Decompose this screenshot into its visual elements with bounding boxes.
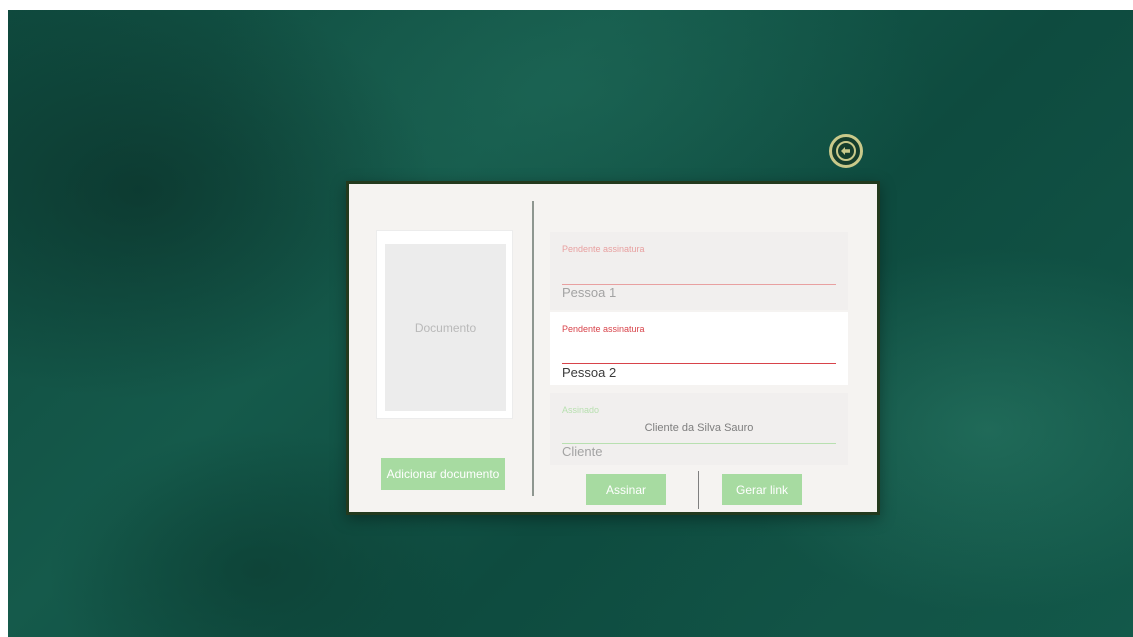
signature-modal: Documento Adicionar documento Pendente a… xyxy=(346,181,880,515)
signer-name: Cliente xyxy=(562,444,603,459)
generate-link-button[interactable]: Gerar link xyxy=(722,474,802,505)
signer-underline xyxy=(562,443,836,444)
document-card[interactable]: Documento xyxy=(376,230,513,419)
signer-card-pessoa-1[interactable]: Pendente assinatura Pessoa 1 xyxy=(550,232,848,310)
signer-status: Pendente assinatura xyxy=(562,324,645,334)
signer-name: Pessoa 2 xyxy=(562,365,617,380)
signer-status: Assinado xyxy=(562,405,600,415)
back-button[interactable] xyxy=(829,134,863,168)
document-preview[interactable]: Documento xyxy=(385,244,506,411)
arrow-left-circle-icon xyxy=(836,141,856,161)
buttons-divider xyxy=(698,471,699,509)
signer-underline xyxy=(562,363,836,364)
vertical-divider xyxy=(532,201,534,496)
signer-card-pessoa-2[interactable]: Pendente assinatura Pessoa 2 xyxy=(550,312,848,385)
signer-status: Pendente assinatura xyxy=(562,244,645,254)
background: Documento Adicionar documento Pendente a… xyxy=(8,10,1133,637)
signer-name: Pessoa 1 xyxy=(562,285,617,300)
signer-signed-name: Cliente da Silva Sauro xyxy=(644,422,754,434)
sign-button[interactable]: Assinar xyxy=(586,474,666,505)
add-document-button[interactable]: Adicionar documento xyxy=(381,458,505,490)
signer-card-cliente[interactable]: Assinado Cliente da Silva Sauro Cliente xyxy=(550,393,848,465)
document-preview-label: Documento xyxy=(414,320,477,335)
